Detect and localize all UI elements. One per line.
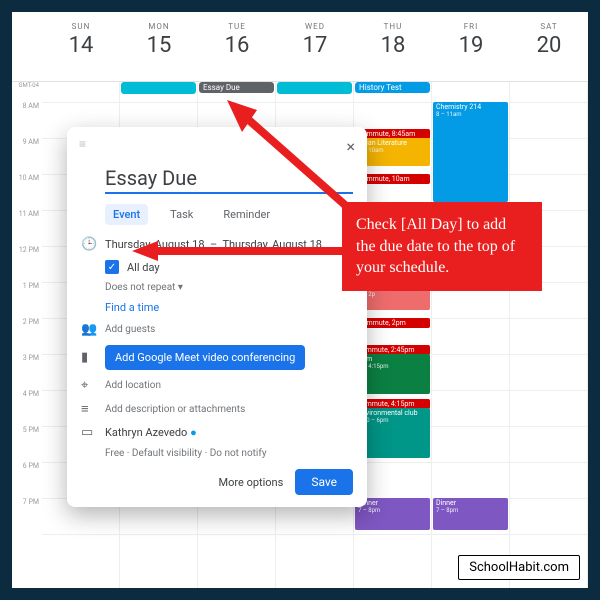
location-icon: ⌖ <box>81 378 105 393</box>
add-meet-button[interactable]: Add Google Meet video conferencing <box>105 345 305 370</box>
time-gutter: GMT-04 8 AM9 AM10 AM11 AM12 PM1 PM2 PM3 … <box>12 82 42 534</box>
meet-icon: ▮ <box>81 350 105 365</box>
watermark: SchoolHabit.com <box>458 555 580 580</box>
add-location-input[interactable]: Add location <box>105 380 161 391</box>
visibility-status: Free · Default visibility · Do not notif… <box>105 448 267 459</box>
tab-task[interactable]: Task <box>162 204 201 225</box>
allday-bar <box>277 82 352 94</box>
allday-checkbox[interactable]: ✓ <box>105 260 119 274</box>
day-thu[interactable]: THU18 <box>354 12 432 81</box>
allday-history-test[interactable]: History Test <box>355 82 430 93</box>
annotation-callout: Check [All Day] to add the due date to t… <box>342 202 542 291</box>
week-header: SUN14 MON15 TUE16 WED17 THU18 FRI19 SAT2… <box>12 12 588 82</box>
tab-event[interactable]: Event <box>105 204 148 225</box>
event-type-tabs: Event Task Reminder <box>67 198 367 233</box>
event-create-dialog: ≡ × Event Task Reminder 🕒 Thursday, Augu… <box>67 127 367 507</box>
save-button[interactable]: Save <box>295 469 353 495</box>
allday-row: Essay Due History Test <box>42 82 588 102</box>
allday-essay-due[interactable]: Essay Due <box>199 82 274 93</box>
repeat-dropdown[interactable]: Does not repeat ▾ <box>105 282 183 293</box>
date-range[interactable]: Thursday, August 18 – Thursday, August 1… <box>105 238 322 251</box>
people-icon: 👥 <box>81 322 105 337</box>
day-sun[interactable]: SUN14 <box>42 12 120 81</box>
allday-label: All day <box>127 261 160 274</box>
calendar-event[interactable]: Dinner7 – 8pm <box>433 498 508 530</box>
add-guests-input[interactable]: Add guests <box>105 324 155 335</box>
close-icon[interactable]: × <box>346 137 355 156</box>
day-sat[interactable]: SAT20 <box>510 12 588 81</box>
allday-bar <box>121 82 196 94</box>
calendar-owner: Kathryn Azevedo ● <box>105 426 197 439</box>
calendar-event[interactable]: Dinner7 – 8pm <box>355 498 430 530</box>
event-title-input[interactable] <box>105 164 353 194</box>
add-description-input[interactable]: Add description or attachments <box>105 404 245 415</box>
clock-icon: 🕒 <box>81 237 105 252</box>
day-wed[interactable]: WED17 <box>276 12 354 81</box>
day-fri[interactable]: FRI19 <box>432 12 510 81</box>
description-icon: ≡ <box>81 401 105 417</box>
find-a-time-link[interactable]: Find a time <box>105 301 159 314</box>
day-tue[interactable]: TUE16 <box>198 12 276 81</box>
more-options-button[interactable]: More options <box>219 476 284 489</box>
tab-reminder[interactable]: Reminder <box>215 204 278 225</box>
calendar-icon: ▭ <box>81 425 105 440</box>
day-mon[interactable]: MON15 <box>120 12 198 81</box>
calendar-event[interactable]: Chemistry 2148 – 11am <box>433 102 508 202</box>
drag-handle-icon[interactable]: ≡ <box>79 137 86 156</box>
